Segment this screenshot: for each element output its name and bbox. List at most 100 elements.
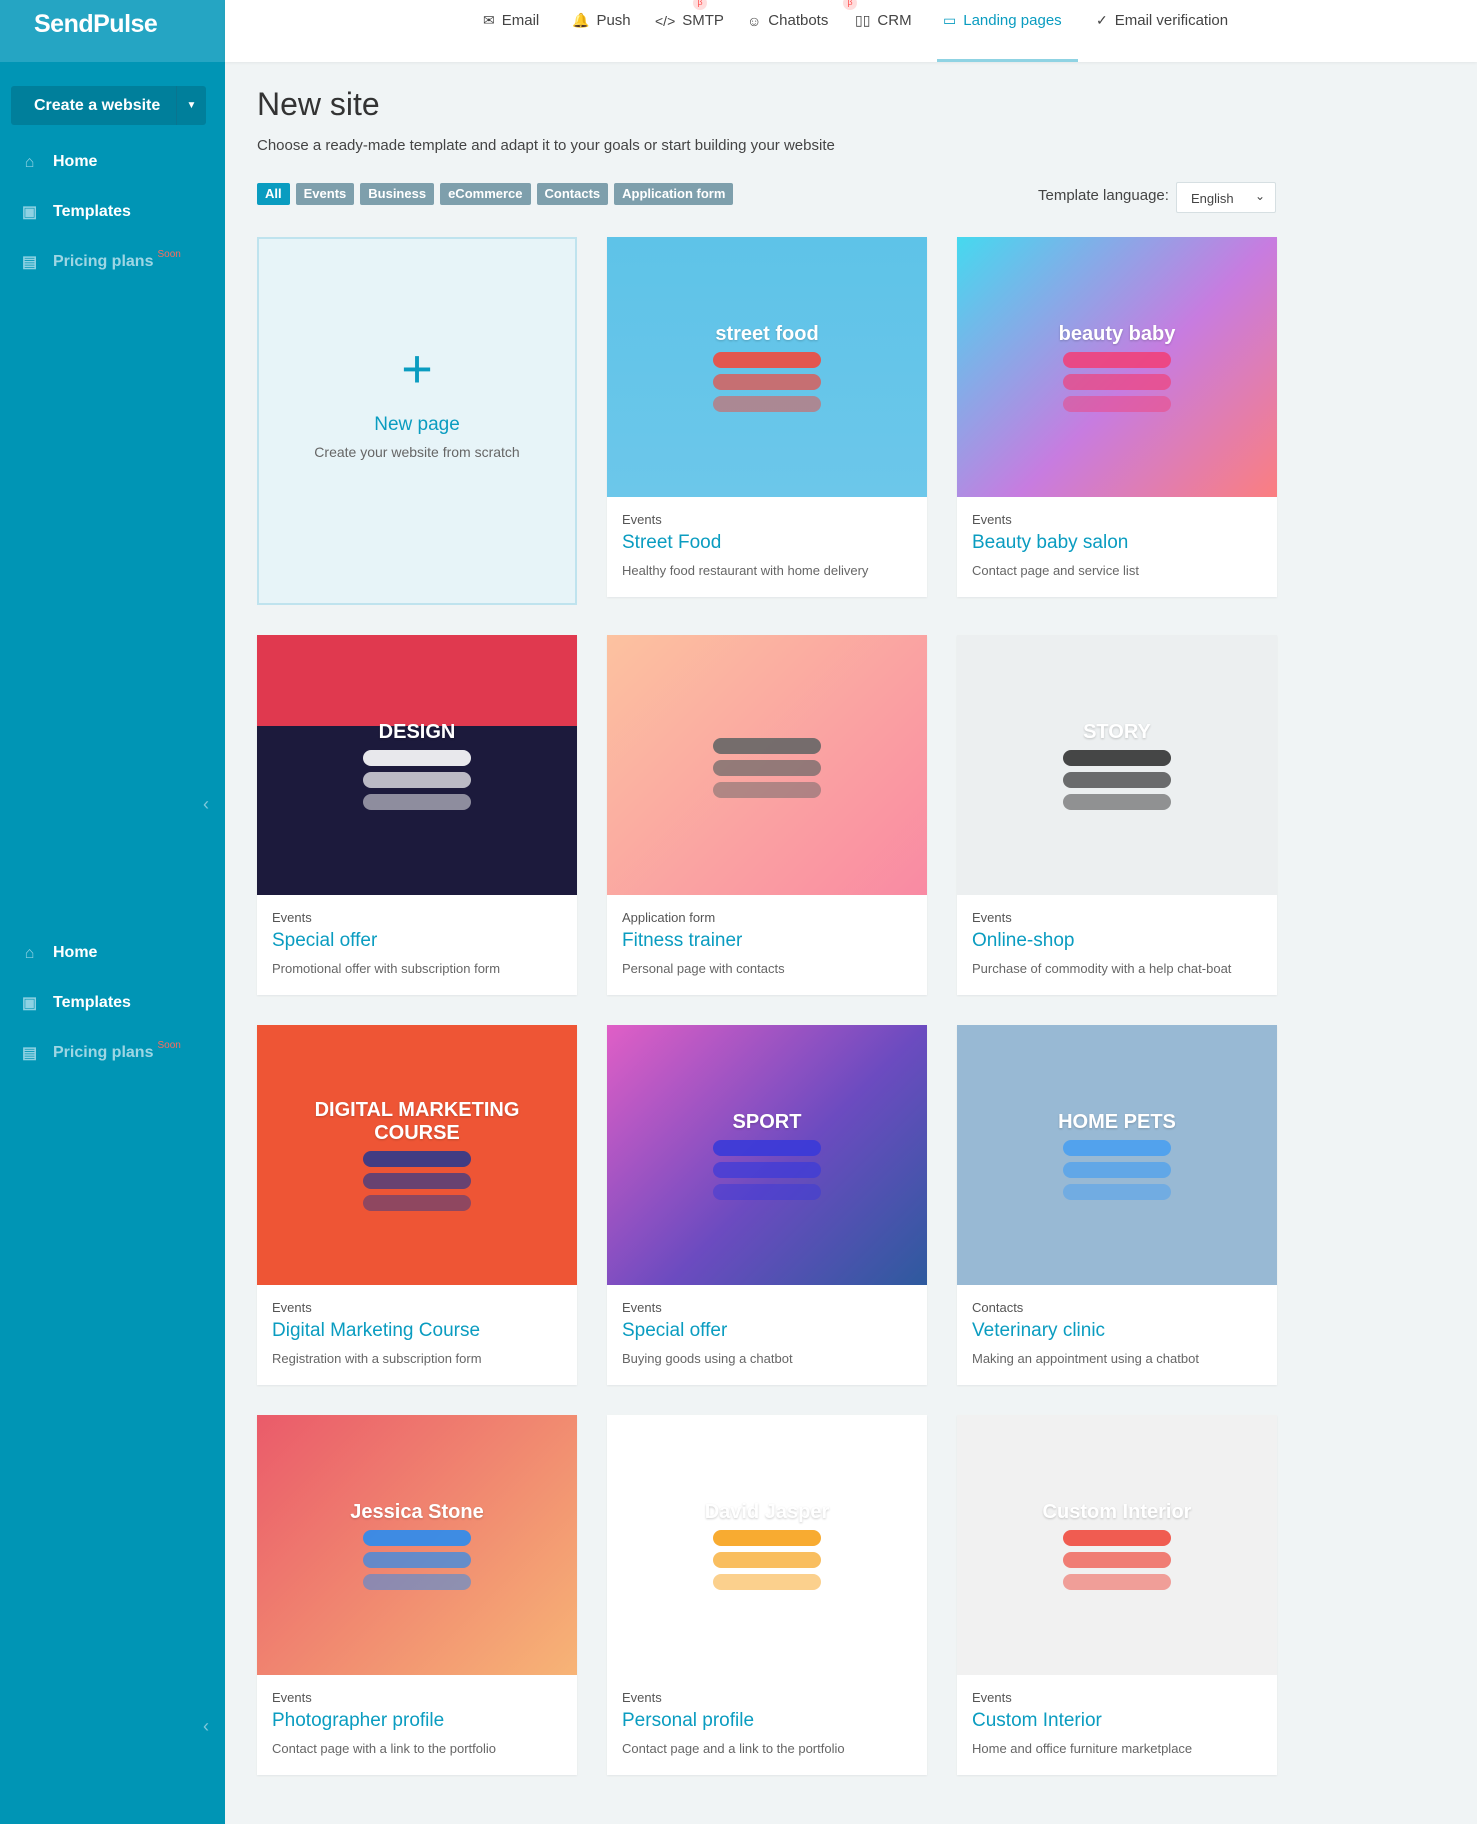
sidebar-item-pricing-plans[interactable]: ▤ Pricing plans Soon	[20, 249, 181, 271]
push-icon: 🔔	[572, 12, 590, 28]
template-title[interactable]: Photographer profile	[272, 1710, 562, 1732]
tab-push[interactable]: 🔔 Push	[572, 12, 631, 29]
email-verification-icon: ✓	[1096, 12, 1108, 28]
template-card[interactable]: David Jasper Events Personal profile Con…	[607, 1415, 927, 1775]
template-title[interactable]: Veterinary clinic	[972, 1320, 1262, 1342]
tab-smtp[interactable]: </> SMTP	[655, 12, 724, 29]
wallet-icon: ▤	[21, 1044, 38, 1062]
preview-button	[1063, 1529, 1171, 1546]
tab-email-verification[interactable]: ✓ Email verification	[1096, 12, 1228, 29]
template-description: Contact page with a link to the portfoli…	[272, 1741, 497, 1756]
preview-button	[1063, 351, 1171, 368]
template-title[interactable]: Digital Marketing Course	[272, 1320, 562, 1342]
filter-ecommerce[interactable]: eCommerce	[440, 183, 531, 205]
chevron-down-icon: ⌄	[1254, 189, 1265, 203]
sidebar-item-templates[interactable]: ▣ Templates	[20, 994, 131, 1012]
template-card[interactable]: DIGITAL MARKETING COURSE Events Digital …	[257, 1025, 577, 1385]
template-title[interactable]: Personal profile	[622, 1710, 912, 1732]
template-category: Events	[272, 910, 312, 925]
template-card[interactable]: beauty baby Events Beauty baby salon Con…	[957, 237, 1277, 597]
template-title[interactable]: Fitness trainer	[622, 930, 912, 952]
page-title: New site	[257, 86, 380, 122]
template-preview: Jessica Stone	[257, 1415, 577, 1675]
template-category: Contacts	[972, 1300, 1024, 1315]
preview-button	[713, 1551, 821, 1568]
tab-crm[interactable]: ▯▯ CRM	[855, 12, 912, 29]
template-category: Events	[972, 1690, 1012, 1705]
preview-button	[713, 351, 821, 368]
wallet-icon: ▤	[21, 253, 38, 271]
tab-landing-pages[interactable]: ▭ Landing pages	[943, 12, 1062, 29]
tab-label: Chatbots	[768, 12, 829, 29]
template-description: Healthy food restaurant with home delive…	[622, 563, 869, 578]
preview-button	[363, 771, 471, 788]
sidebar-item-label: Home	[53, 944, 98, 961]
filter-application-form[interactable]: Application form	[614, 183, 734, 205]
preview-heading: David Jasper	[704, 1500, 830, 1523]
chevron-down-icon[interactable]: ▼	[176, 86, 206, 125]
tab-label: SMTP	[682, 12, 724, 29]
template-card[interactable]: Application form Fitness trainer Persona…	[607, 635, 927, 995]
filter-all[interactable]: All	[257, 183, 290, 205]
template-title[interactable]: Beauty baby salon	[972, 532, 1262, 554]
preview-heading: DESIGN	[378, 720, 456, 743]
template-category: Events	[272, 1690, 312, 1705]
template-description: Personal page with contacts	[622, 961, 785, 976]
beta-badge: β	[693, 0, 707, 10]
smtp-icon: </>	[655, 12, 676, 29]
preview-button	[713, 373, 821, 390]
template-description: Making an appointment using a chatbot	[972, 1351, 1199, 1366]
tab-label: Email verification	[1114, 12, 1229, 29]
template-card[interactable]: Custom Interior Events Custom Interior H…	[957, 1415, 1277, 1775]
create-website-button[interactable]: Create a website ▼	[11, 86, 206, 125]
tab-chatbots[interactable]: ☺ Chatbots	[747, 12, 828, 29]
preview-button	[713, 782, 821, 798]
template-card[interactable]: street food Events Street Food Healthy f…	[607, 237, 927, 597]
selected-language: English	[1191, 191, 1234, 206]
preview-button	[1063, 793, 1171, 810]
sidebar-item-pricing-plans[interactable]: ▤ Pricing plans Soon	[20, 1040, 181, 1062]
template-category: Events	[272, 1300, 312, 1315]
create-website-label: Create a website	[34, 96, 161, 114]
template-card[interactable]: SPORT Events Special offer Buying goods …	[607, 1025, 927, 1385]
preview-button	[1063, 749, 1171, 766]
template-title[interactable]: Custom Interior	[972, 1710, 1262, 1732]
preview-button	[363, 1551, 471, 1568]
template-title[interactable]: Online-shop	[972, 930, 1262, 952]
filter-business[interactable]: Business	[360, 183, 435, 205]
filter-contacts[interactable]: Contacts	[536, 183, 609, 205]
template-title[interactable]: Special offer	[622, 1320, 912, 1342]
new-page-card[interactable]: + New page Create your website from scra…	[257, 237, 577, 605]
filter-events[interactable]: Events	[295, 183, 355, 205]
collapse-sidebar-icon[interactable]: ‹	[203, 794, 209, 815]
template-title[interactable]: Street Food	[622, 532, 912, 554]
category-filters: All Events Business eCommerce Contacts Applic…	[257, 183, 734, 205]
preview-button	[713, 1183, 821, 1200]
preview-button	[1063, 373, 1171, 390]
sidebar-item-label: Templates	[53, 994, 131, 1011]
preview-button	[713, 1139, 821, 1156]
template-card[interactable]: Jessica Stone Events Photographer profil…	[257, 1415, 577, 1775]
template-description: Contact page and service list	[972, 563, 1139, 578]
template-category: Events	[622, 1690, 662, 1705]
email-icon: ✉	[483, 12, 495, 28]
template-language-label: Template language:	[1038, 187, 1169, 204]
preview-button	[363, 793, 471, 810]
sendpulse-logo[interactable]: SendPulse	[0, 0, 225, 62]
beta-badge: β	[843, 0, 857, 10]
template-card[interactable]: HOME PETS Contacts Veterinary clinic Mak…	[957, 1025, 1277, 1385]
sidebar-item-templates[interactable]: ▣ Templates	[20, 203, 131, 221]
sidebar-item-home[interactable]: ⌂ Home	[20, 153, 98, 171]
template-card[interactable]: DESIGN Events Special offer Promotional …	[257, 635, 577, 995]
tab-email[interactable]: ✉ Email	[483, 12, 539, 29]
template-title[interactable]: Special offer	[272, 930, 562, 952]
template-category: Events	[972, 512, 1012, 527]
template-preview: beauty baby	[957, 237, 1277, 497]
collapse-sidebar-icon[interactable]: ‹	[203, 1716, 209, 1737]
tab-label: Push	[596, 12, 631, 29]
template-language-select[interactable]: English ⌄	[1176, 182, 1276, 213]
sidebar-item-home[interactable]: ⌂ Home	[20, 944, 98, 962]
preview-button	[713, 1529, 821, 1546]
template-card[interactable]: STORY Events Online-shop Purchase of com…	[957, 635, 1277, 995]
template-description: Home and office furniture marketplace	[972, 1741, 1193, 1756]
